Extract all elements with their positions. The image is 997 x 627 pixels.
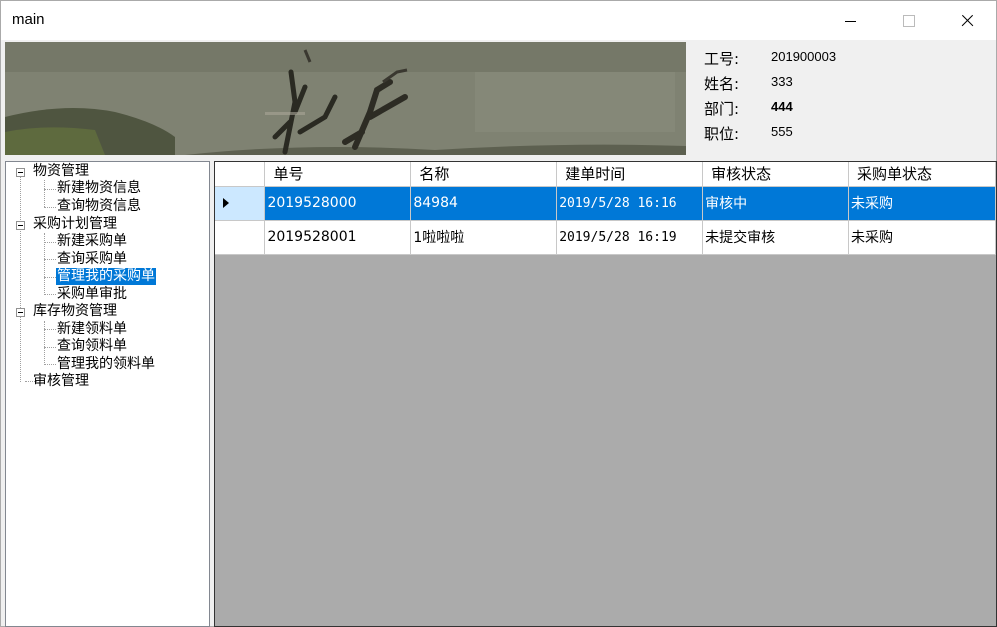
user-info-panel: 工号: 201900003 姓名: 333 部门: 444 职位: 555 [704,46,984,146]
tree-node-my-purchase[interactable]: 管理我的采购单 [56,268,156,285]
info-row-employee-id: 工号: 201900003 [704,46,984,71]
info-row-position: 职位: 555 [704,121,984,146]
table-row[interactable]: 2019528000 84984 2019/5/28 16:16 审核中 未采购 [215,186,996,221]
column-header-name[interactable]: 名称 [410,162,558,187]
grid-corner-header [215,162,266,187]
cell-name[interactable]: 1啦啦啦 [410,220,558,255]
name-value: 333 [771,74,793,89]
column-header-review-status[interactable]: 审核状态 [702,162,850,187]
cell-purchase-status[interactable]: 未采购 [848,220,996,255]
collapse-icon[interactable] [16,168,25,177]
cell-name[interactable]: 84984 [410,186,558,221]
banner-image [5,42,686,155]
row-header[interactable] [215,186,266,221]
column-header-created-time[interactable]: 建单时间 [556,162,704,187]
cell-created-time[interactable]: 2019/5/28 16:16 [556,186,704,221]
employee-id-label: 工号: [704,50,740,68]
column-header-order-no[interactable]: 单号 [264,162,412,187]
purchase-order-grid[interactable]: 单号 名称 建单时间 审核状态 采购单状态 2019528000 84984 2… [214,161,997,627]
collapse-icon[interactable] [16,221,25,230]
title-bar: main [0,0,997,40]
tree-node-inventory[interactable]: 库存物资管理 [32,303,118,320]
department-label: 部门: [704,100,740,118]
grid-header-row: 单号 名称 建单时间 审核状态 采购单状态 [215,162,996,187]
name-label: 姓名: [704,75,740,93]
current-row-icon [223,197,229,208]
info-row-name: 姓名: 333 [704,71,984,96]
tree-node-query-purchase[interactable]: 查询采购单 [56,251,128,268]
cell-purchase-status[interactable]: 未采购 [848,186,996,221]
table-row[interactable]: 2019528001 1啦啦啦 2019/5/28 16:19 未提交审核 未采… [215,220,996,255]
position-label: 职位: [704,125,740,143]
navigation-tree[interactable]: 物资管理 新建物资信息 查询物资信息 采购计划管理 新建采购单 查询采购单 管理… [5,161,210,627]
info-row-department: 部门: 444 [704,96,984,121]
close-icon[interactable] [938,1,996,41]
window-title: main [12,11,45,28]
tree-node-new-material[interactable]: 新建物资信息 [56,180,142,197]
column-header-purchase-status[interactable]: 采购单状态 [848,162,996,187]
tree-node-purchase-plan[interactable]: 采购计划管理 [32,216,118,233]
collapse-icon[interactable] [16,308,25,317]
position-value: 555 [771,124,793,139]
tree-node-new-requisition[interactable]: 新建领料单 [56,321,128,338]
tree-node-query-requisition[interactable]: 查询领料单 [56,338,128,355]
tree-node-audit[interactable]: 审核管理 [32,373,90,390]
tree-node-purchase-approval[interactable]: 采购单审批 [56,286,128,303]
tree-node-new-purchase[interactable]: 新建采购单 [56,233,128,250]
cell-order-no[interactable]: 2019528001 [264,220,412,255]
tree-node-query-material[interactable]: 查询物资信息 [56,198,142,215]
cell-order-no[interactable]: 2019528000 [264,186,412,221]
cell-review-status[interactable]: 审核中 [702,186,850,221]
cell-created-time[interactable]: 2019/5/28 16:19 [556,220,704,255]
tree-node-my-requisition[interactable]: 管理我的领料单 [56,356,156,373]
maximize-icon[interactable] [879,1,937,41]
tree-node-materials[interactable]: 物资管理 [32,163,90,180]
row-header[interactable] [215,220,266,255]
minimize-icon[interactable] [821,1,879,41]
cell-review-status[interactable]: 未提交审核 [702,220,850,255]
department-value: 444 [771,99,793,114]
employee-id-value: 201900003 [771,49,837,64]
window-client: 工号: 201900003 姓名: 333 部门: 444 职位: 555 物资… [0,40,997,627]
